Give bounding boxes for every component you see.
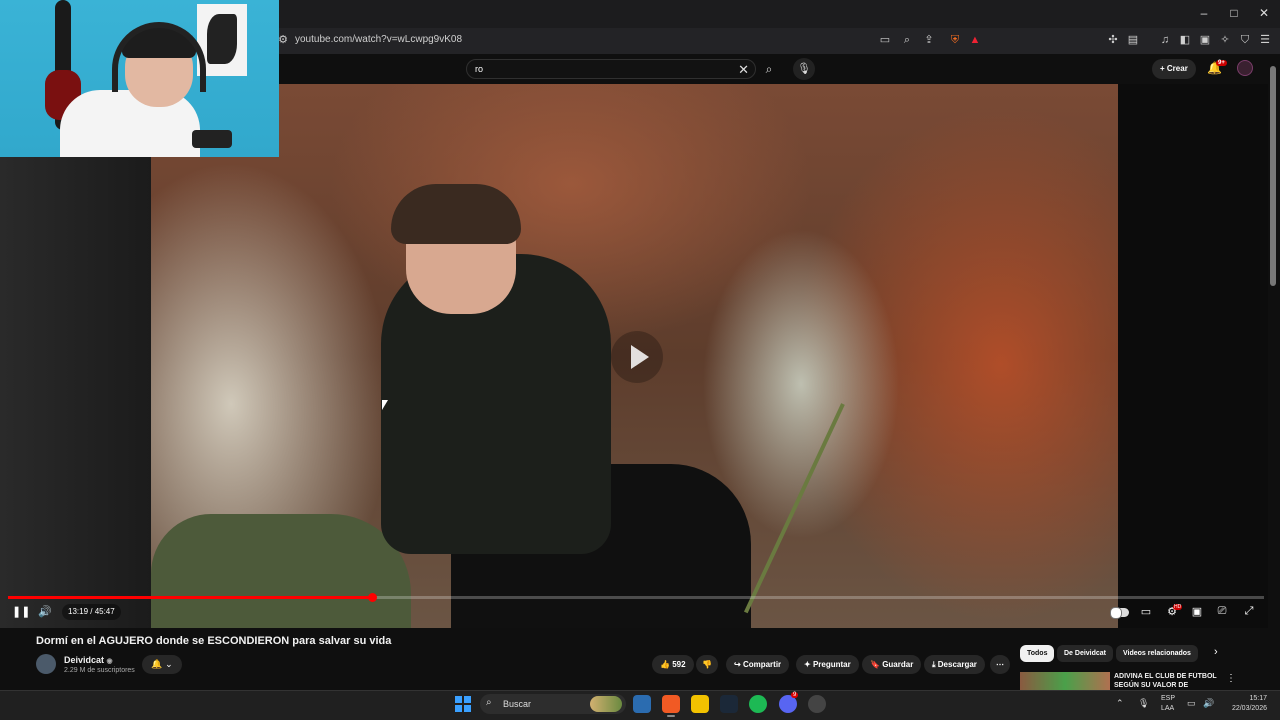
- brave-browser-icon[interactable]: [662, 695, 680, 713]
- recommended-more-icon[interactable]: ⋮: [1226, 673, 1236, 684]
- create-label: Crear: [1166, 64, 1188, 73]
- chip-all[interactable]: Todos: [1020, 645, 1055, 662]
- verified-icon: ◉: [106, 658, 113, 665]
- download-label: Descargar: [937, 660, 977, 669]
- page-scrollbar[interactable]: [1270, 66, 1276, 286]
- obs-icon[interactable]: [808, 695, 826, 713]
- clock-time[interactable]: 15:17: [1229, 695, 1267, 702]
- subtitles-icon[interactable]: ▭: [1139, 605, 1153, 618]
- like-button[interactable]: 👍 592: [652, 655, 694, 674]
- video-content-backpack: [151, 514, 411, 628]
- task-view-icon[interactable]: [633, 695, 651, 713]
- pause-icon[interactable]: ❚❚: [12, 605, 30, 618]
- search-query: ro: [475, 64, 484, 74]
- time-display: 13:19 / 45:47: [62, 604, 121, 620]
- chip-from-channel[interactable]: De Deividcat: [1057, 645, 1114, 662]
- channel-name-text[interactable]: Deividcat: [64, 655, 104, 665]
- progress-played: [8, 596, 373, 599]
- ask-label: Preguntar: [812, 660, 851, 669]
- search-highlight-art: [590, 696, 622, 712]
- sidebar-icon[interactable]: ◧: [1178, 33, 1192, 47]
- brave-rewards-icon[interactable]: ▲: [968, 33, 982, 47]
- video-content-hair: [391, 184, 521, 244]
- url-field[interactable]: youtube.com/watch?v=wLcwpg9vK08: [295, 34, 462, 45]
- zoom-icon[interactable]: ⌕: [900, 33, 914, 47]
- video-content-stick: [743, 403, 845, 614]
- taskbar-search-label: Buscar: [503, 699, 532, 709]
- extensions-icon[interactable]: ✣: [1106, 33, 1120, 47]
- windows-start-icon[interactable]: [455, 696, 471, 712]
- ask-button[interactable]: ✦ Preguntar: [796, 655, 859, 674]
- speaker-icon[interactable]: 🔊: [1203, 698, 1214, 709]
- search-input[interactable]: ro ✕: [466, 59, 756, 79]
- channel-avatar[interactable]: [36, 654, 56, 674]
- dislike-button[interactable]: 👎: [696, 655, 718, 674]
- media-icon[interactable]: ♫: [1158, 33, 1172, 47]
- create-button[interactable]: + Crear: [1152, 59, 1196, 79]
- share-label: Compartir: [742, 660, 782, 669]
- network-icon[interactable]: ▭: [1187, 698, 1196, 709]
- progress-bar[interactable]: [8, 593, 1264, 602]
- subscription-bell-button[interactable]: 🔔 ⌄: [142, 655, 182, 674]
- share-button[interactable]: ↪ Compartir: [726, 655, 790, 674]
- mouse-cursor-icon: [382, 400, 388, 410]
- miniplayer-icon[interactable]: ▣: [1190, 605, 1204, 618]
- account-avatar[interactable]: [1237, 60, 1253, 76]
- wallet-icon[interactable]: ▣: [1198, 33, 1212, 47]
- autoplay-toggle[interactable]: [1110, 607, 1129, 619]
- reader-mode-icon[interactable]: ▤: [1126, 33, 1140, 47]
- like-count: 592: [672, 660, 686, 669]
- subscriber-count: 2.29 M de suscriptores: [64, 667, 135, 674]
- channel-name[interactable]: Deividcat ◉: [64, 655, 113, 665]
- microphone: [192, 130, 232, 148]
- leo-ai-icon[interactable]: ✧: [1218, 33, 1232, 47]
- clock-date[interactable]: 22/03/2026: [1222, 705, 1267, 712]
- save-label: Guardar: [882, 660, 914, 669]
- recommended-title[interactable]: ADIVINA EL CLUB DE FÚTBOL SEGÚN SU VALOR…: [1114, 672, 1224, 690]
- more-actions-button[interactable]: ⋯: [990, 655, 1010, 674]
- menu-icon[interactable]: ☰: [1258, 33, 1272, 47]
- keyboard-layout[interactable]: LAA: [1161, 705, 1174, 712]
- fullscreen-icon[interactable]: ⤢: [1242, 605, 1256, 618]
- tray-mic-icon[interactable]: 🎙: [1138, 698, 1149, 709]
- brave-shield-icon[interactable]: ⛨: [948, 33, 962, 47]
- search-icon: ⌕: [486, 697, 492, 708]
- headphones: [112, 22, 206, 92]
- vpn-icon[interactable]: ⛉: [1238, 33, 1252, 47]
- cast-icon[interactable]: ▭: [878, 33, 892, 47]
- save-button[interactable]: 🔖 Guardar: [862, 655, 922, 674]
- active-app-indicator: [667, 715, 675, 717]
- close-window-icon[interactable]: ✕: [1256, 6, 1272, 20]
- thumbs-down-icon: 👎: [702, 660, 712, 669]
- share-page-icon[interactable]: ⇪: [922, 33, 936, 47]
- chip-related[interactable]: Videos relacionados: [1116, 645, 1198, 662]
- microphone-icon[interactable]: 🎙: [793, 58, 815, 80]
- more-icon: ⋯: [996, 660, 1004, 669]
- play-overlay-icon[interactable]: [611, 331, 663, 383]
- webcam-overlay: [0, 0, 279, 157]
- hd-badge: HD: [1173, 604, 1183, 610]
- recommended-thumbnail[interactable]: [1020, 672, 1110, 690]
- clear-search-icon[interactable]: ✕: [738, 62, 749, 78]
- maximize-icon[interactable]: □: [1226, 6, 1242, 20]
- tray-chevron-up-icon[interactable]: ⌃: [1116, 698, 1124, 709]
- spotify-icon[interactable]: [749, 695, 767, 713]
- file-explorer-icon[interactable]: [691, 695, 709, 713]
- steam-icon[interactable]: [720, 695, 738, 713]
- video-title: Dormí en el AGUJERO donde se ESCONDIERON…: [36, 635, 392, 647]
- download-button[interactable]: ⤓ Descargar: [924, 655, 985, 674]
- notifications-badge: 9+: [1216, 60, 1227, 66]
- keyboard-language[interactable]: ESP: [1161, 695, 1175, 702]
- chevron-right-icon[interactable]: ›: [1214, 646, 1218, 658]
- minimize-icon[interactable]: –: [1196, 6, 1212, 20]
- search-icon[interactable]: ⌕: [758, 59, 780, 79]
- cast-to-tv-icon[interactable]: ⎚: [1215, 605, 1229, 618]
- volume-icon[interactable]: 🔊: [38, 605, 52, 618]
